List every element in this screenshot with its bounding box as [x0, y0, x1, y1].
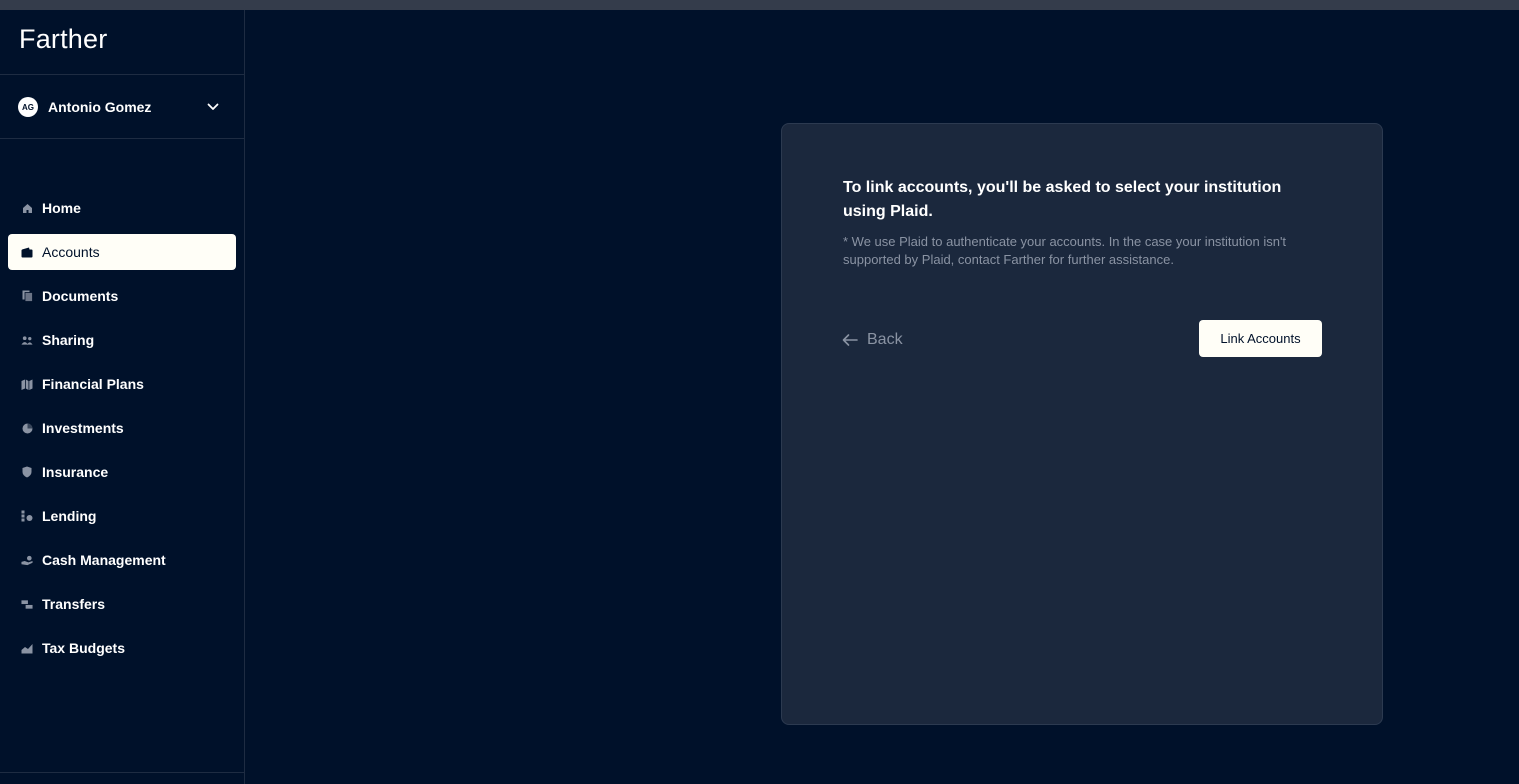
sidebar-item-transfers[interactable]: Transfers: [8, 586, 236, 622]
sidebar-item-tax-budgets[interactable]: Tax Budgets: [8, 630, 236, 666]
sidebar-item-financial-plans[interactable]: Financial Plans: [8, 366, 236, 402]
sidebar: Farther AG Antonio Gomez Home Accounts D…: [0, 10, 245, 784]
link-accounts-button[interactable]: Link Accounts: [1199, 320, 1322, 357]
user-switcher[interactable]: AG Antonio Gomez: [0, 75, 244, 139]
link-accounts-card: To link accounts, you'll be asked to sel…: [781, 123, 1383, 725]
sidebar-divider: [0, 772, 244, 773]
sidebar-item-label: Investments: [42, 420, 124, 436]
sidebar-item-label: Cash Management: [42, 552, 166, 568]
sidebar-item-label: Sharing: [42, 332, 95, 348]
sidebar-item-label: Financial Plans: [42, 376, 144, 392]
map-icon: [21, 378, 33, 390]
farther-logo: Farther: [19, 24, 108, 54]
pie-chart-icon: [21, 422, 33, 434]
sidebar-item-accounts[interactable]: Accounts: [8, 234, 236, 270]
back-label: Back: [867, 331, 903, 348]
sidebar-item-documents[interactable]: Documents: [8, 278, 236, 314]
sidebar-item-cash-management[interactable]: Cash Management: [8, 542, 236, 578]
transfer-icon: [21, 598, 33, 610]
back-button[interactable]: Back: [842, 328, 903, 352]
home-icon: [21, 202, 33, 214]
wallet-icon: [21, 246, 33, 258]
sidebar-item-label: Accounts: [42, 244, 100, 260]
sidebar-item-lending[interactable]: Lending: [8, 498, 236, 534]
cash-hand-icon: [21, 554, 33, 566]
sidebar-item-label: Tax Budgets: [42, 640, 125, 656]
sidebar-item-label: Transfers: [42, 596, 106, 612]
sidebar-item-label: Insurance: [42, 464, 109, 480]
sidebar-item-insurance[interactable]: Insurance: [8, 454, 236, 490]
arrow-left-icon: [842, 334, 858, 346]
chart-area-icon: [21, 642, 33, 654]
shield-icon: [21, 466, 33, 478]
sidebar-item-home[interactable]: Home: [8, 190, 236, 226]
sidebar-item-label: Home: [42, 200, 81, 216]
sidebar-item-sharing[interactable]: Sharing: [8, 322, 236, 358]
sidebar-item-label: Lending: [42, 508, 97, 524]
sidebar-divider: [0, 138, 244, 139]
user-name: Antonio Gomez: [48, 99, 152, 115]
browser-top-bar: [0, 0, 1519, 10]
card-title: To link accounts, you'll be asked to sel…: [843, 179, 1282, 220]
sidebar-item-label: Documents: [42, 288, 119, 304]
avatar: AG: [18, 97, 38, 117]
chevron-down-icon: [207, 103, 219, 110]
documents-icon: [21, 290, 33, 302]
sidebar-item-investments[interactable]: Investments: [8, 410, 236, 446]
sidebar-nav: Home Accounts Documents Sharing Financia…: [8, 190, 236, 674]
people-icon: [21, 334, 33, 346]
lending-icon: [21, 510, 33, 522]
plaid-note: * We use Plaid to authenticate your acco…: [843, 234, 1287, 267]
